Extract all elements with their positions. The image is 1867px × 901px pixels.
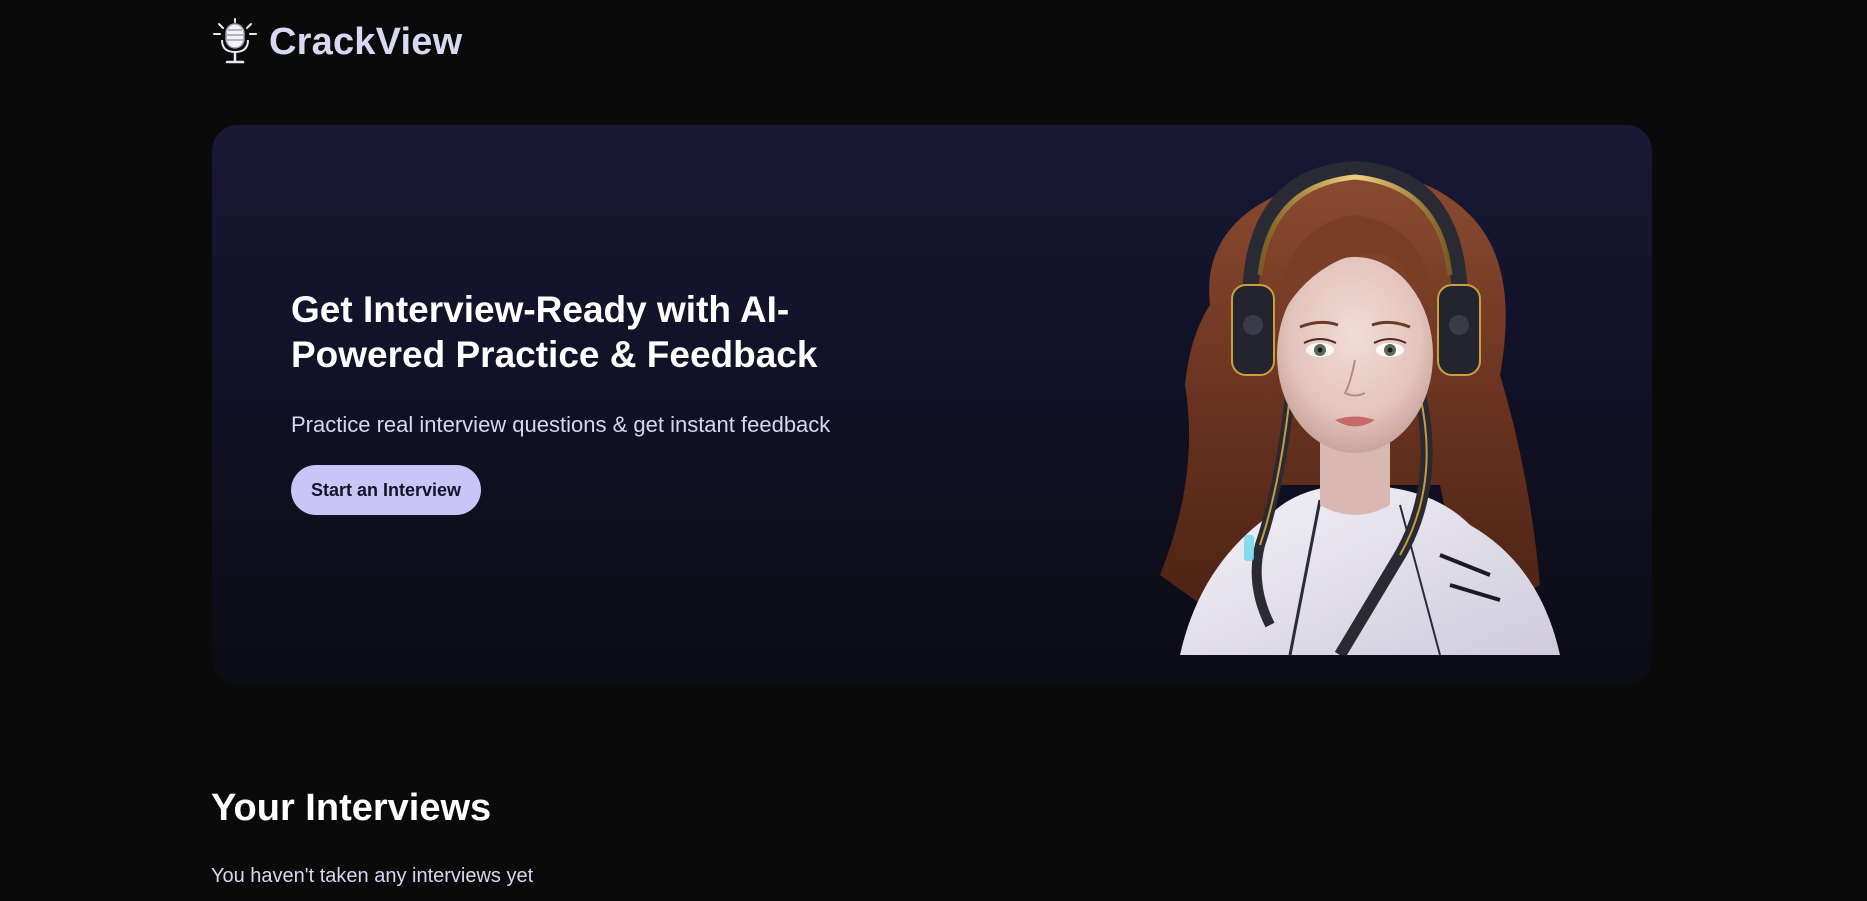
empty-interviews-message: You haven't taken any interviews yet xyxy=(211,865,534,887)
brand-logo[interactable]: CrackView xyxy=(211,16,462,68)
hero-subtitle: Practice real interview questions & get … xyxy=(291,412,831,437)
brand-name: CrackView xyxy=(269,21,463,63)
hero-card: Get Interview-Ready with AI-Powered Prac… xyxy=(212,125,1652,685)
your-interviews-heading: Your Interviews xyxy=(211,787,492,829)
page: CrackView Get Interview-Ready with AI-Po… xyxy=(0,0,1867,901)
hero-title: Get Interview-Ready with AI-Powered Prac… xyxy=(291,289,818,375)
hero-text: Get Interview-Ready with AI-Powered Prac… xyxy=(291,287,931,515)
ai-interviewer-illustration xyxy=(1160,160,1560,655)
microphone-icon xyxy=(213,18,257,64)
start-interview-button[interactable]: Start an Interview xyxy=(291,465,482,515)
